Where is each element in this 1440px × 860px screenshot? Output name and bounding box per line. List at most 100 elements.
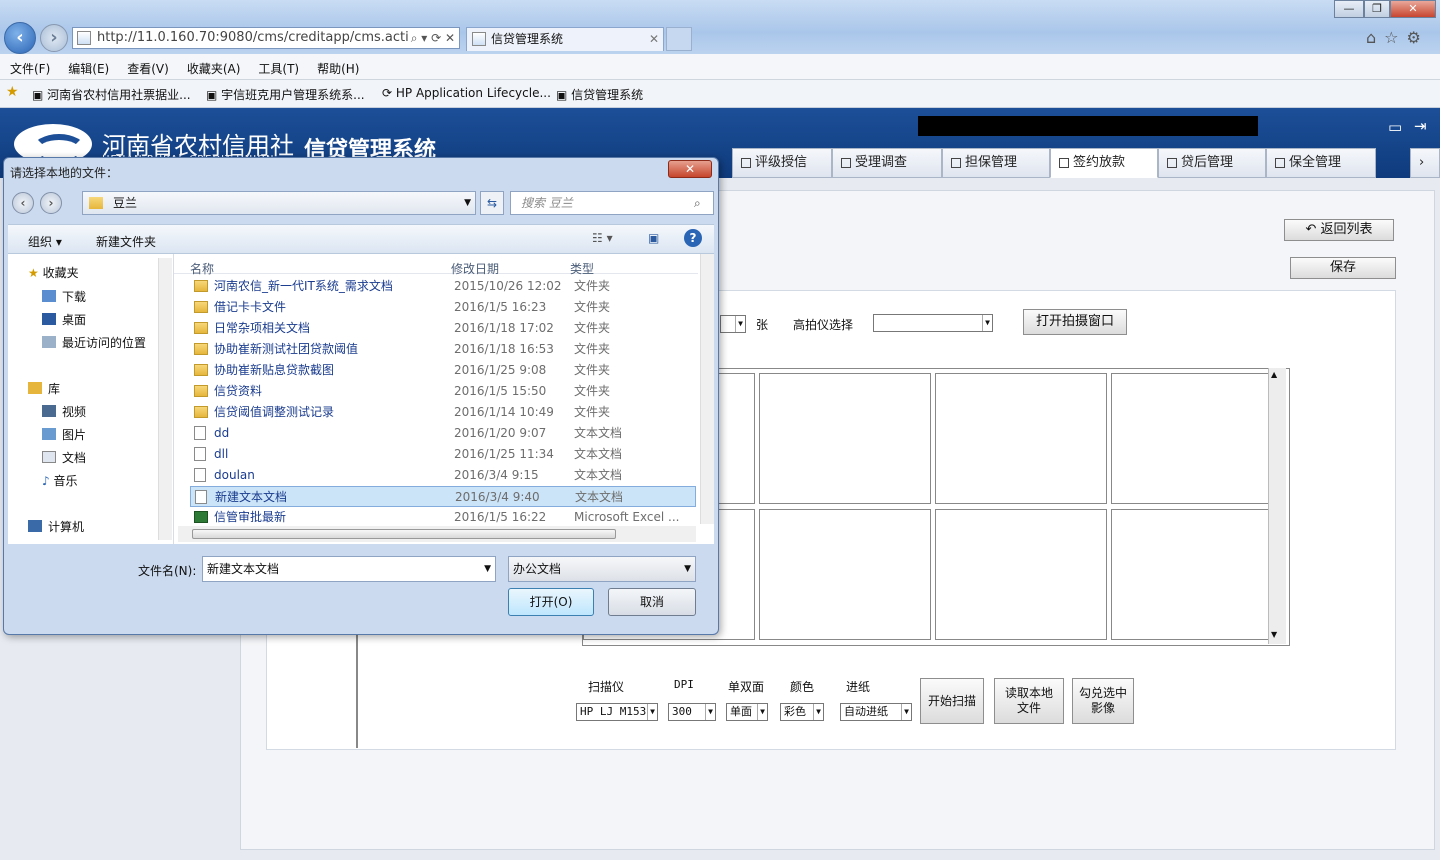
scroll-down-icon[interactable]: ▼ (1271, 630, 1277, 639)
list-hscrollbar[interactable] (178, 526, 696, 542)
open-button[interactable]: 打开(O) (508, 588, 594, 616)
menu-file[interactable]: 文件(F) (0, 54, 58, 77)
nav-videos[interactable]: 视频 (42, 403, 86, 420)
dialog-forward-button[interactable]: › (40, 192, 62, 214)
breadcrumb[interactable]: 豆兰 ▼ (82, 191, 476, 215)
col-type[interactable]: 类型 (570, 260, 594, 277)
back-to-list-button[interactable]: ↶ 返回列表 (1284, 219, 1394, 241)
fav-link-2[interactable]: ▣ 宇信班克用户管理系统系... (206, 86, 365, 103)
file-row[interactable]: 日常杂项相关文档 2016/1/18 17:02 文件夹 (190, 318, 696, 339)
file-row[interactable]: 河南农信_新一代IT系统_需求文档 2015/10/26 12:02 文件夹 (190, 276, 696, 297)
tab-preservation[interactable]: 保全管理 (1266, 148, 1376, 178)
file-row[interactable]: dll 2016/1/25 11:34 文本文档 (190, 444, 696, 465)
nav-pictures[interactable]: 图片 (42, 426, 86, 443)
image-slot[interactable] (759, 373, 931, 504)
fav-link-4[interactable]: ▣ 信贷管理系统 (556, 86, 643, 103)
preview-pane-icon[interactable]: ▣ (648, 231, 659, 245)
new-folder-button[interactable]: 新建文件夹 (96, 233, 156, 250)
dpi-select[interactable]: 300 (668, 703, 716, 721)
camera-select[interactable] (873, 314, 993, 332)
refresh-icon[interactable]: ⇆ (480, 191, 504, 215)
file-row[interactable]: 新建文本文档 2016/3/4 9:40 文本文档 (190, 486, 696, 507)
monitor-icon[interactable]: ▭ (1388, 118, 1402, 136)
filename-input[interactable]: 新建文本文档 ▼ (202, 556, 496, 582)
nav-scrollbar[interactable] (158, 258, 172, 540)
tabs-next-icon[interactable]: › (1410, 148, 1440, 178)
filetype-dropdown-icon[interactable]: ▼ (684, 557, 691, 581)
nav-music[interactable]: ♪ 音乐 (42, 472, 78, 489)
file-row[interactable]: dd 2016/1/20 9:07 文本文档 (190, 423, 696, 444)
minimize-button[interactable]: — (1334, 0, 1364, 18)
grid-scrollbar[interactable]: ▲ ▼ (1268, 368, 1286, 644)
favorites-star-icon[interactable]: ★ (6, 84, 19, 100)
feed-select[interactable]: 自动进纸 (840, 703, 912, 721)
forward-button[interactable]: › (40, 24, 68, 52)
image-slot[interactable] (935, 509, 1107, 640)
hscroll-thumb[interactable] (192, 529, 616, 539)
image-slot[interactable] (1111, 509, 1269, 640)
window-close-button[interactable]: ✕ (1390, 0, 1436, 18)
fav-link-3[interactable]: ⟳ HP Application Lifecycle... (382, 86, 551, 100)
file-row[interactable]: 信管审批最新 2016/1/5 16:22 Microsoft Excel ... (190, 507, 696, 528)
tab-close-icon[interactable]: ✕ (649, 28, 659, 50)
nav-libraries[interactable]: 库 (28, 380, 60, 397)
menu-favorites[interactable]: 收藏夹(A) (177, 54, 249, 77)
logout-icon[interactable]: ⇥ (1414, 117, 1427, 135)
file-row[interactable]: doulan 2016/3/4 9:15 文本文档 (190, 465, 696, 486)
menu-help[interactable]: 帮助(H) (307, 54, 367, 77)
scroll-up-icon[interactable]: ▲ (1271, 370, 1277, 379)
tab-survey[interactable]: 受理调查 (832, 148, 942, 178)
menu-tools[interactable]: 工具(T) (248, 54, 307, 77)
file-row[interactable]: 信贷阈值调整测试记录 2016/1/14 10:49 文件夹 (190, 402, 696, 423)
organize-button[interactable]: 组织 ▾ (28, 233, 62, 250)
new-tab-button[interactable] (666, 27, 692, 51)
maximize-button[interactable]: ❐ (1364, 0, 1390, 18)
count-select[interactable] (720, 315, 746, 333)
filename-dropdown-icon[interactable]: ▼ (484, 557, 491, 581)
menu-view[interactable]: 查看(V) (117, 54, 177, 77)
col-name[interactable]: 名称 (190, 260, 214, 277)
tab-contract[interactable]: 签约放款 (1050, 148, 1158, 178)
file-row[interactable]: 借记卡卡文件 2016/1/5 16:23 文件夹 (190, 297, 696, 318)
image-slot[interactable] (1111, 373, 1269, 504)
back-button[interactable]: ‹ (4, 22, 36, 54)
check-selected-button[interactable]: 勾兑选中影像 (1072, 678, 1134, 724)
help-icon[interactable]: ? (684, 229, 702, 247)
nav-computer[interactable]: 计算机 (28, 518, 84, 535)
tab-postloan[interactable]: 贷后管理 (1158, 148, 1266, 178)
dialog-close-button[interactable]: ✕ (668, 160, 712, 178)
address-bar[interactable]: http://11.0.160.70:9080/cms/creditapp/cm… (72, 27, 460, 49)
image-slot[interactable] (759, 509, 931, 640)
address-actions-icon[interactable]: ⌕ ▾ ⟳ ✕ (407, 28, 455, 48)
scanner-select[interactable]: HP LJ M153 (576, 703, 658, 721)
search-input[interactable]: 搜索 豆兰 (510, 191, 714, 215)
nav-favorites[interactable]: ★ 收藏夹 (28, 264, 79, 281)
filetype-select[interactable]: 办公文档 ▼ (508, 556, 696, 582)
tab-rating[interactable]: 评级授信 (732, 148, 832, 178)
dialog-back-button[interactable]: ‹ (12, 192, 34, 214)
cancel-button[interactable]: 取消 (608, 588, 696, 616)
col-date[interactable]: 修改日期 (451, 260, 499, 277)
nav-downloads[interactable]: 下载 (42, 288, 86, 305)
browser-tab[interactable]: 信贷管理系统 ✕ (466, 27, 664, 51)
image-slot[interactable] (935, 373, 1107, 504)
view-options-icon[interactable]: ☷ ▾ (592, 231, 613, 245)
open-camera-button[interactable]: 打开拍摄窗口 (1023, 309, 1127, 335)
duplex-select[interactable]: 单面 (726, 703, 768, 721)
file-row[interactable]: 信贷资料 2016/1/5 15:50 文件夹 (190, 381, 696, 402)
menu-edit[interactable]: 编辑(E) (58, 54, 117, 77)
home-star-gear-icon[interactable]: ⌂☆⚙ (1366, 28, 1429, 47)
color-select[interactable]: 彩色 (780, 703, 824, 721)
save-button[interactable]: 保存 (1290, 257, 1396, 279)
nav-documents[interactable]: 文档 (42, 449, 86, 466)
tab-guarantee[interactable]: 担保管理 (942, 148, 1050, 178)
search-icon[interactable]: ⌕ (694, 196, 701, 211)
file-row[interactable]: 协助崔新测试社团贷款阈值 2016/1/18 16:53 文件夹 (190, 339, 696, 360)
breadcrumb-folder[interactable]: 豆兰 (113, 196, 137, 210)
file-row[interactable]: 协助崔新贴息贷款截图 2016/1/25 9:08 文件夹 (190, 360, 696, 381)
start-scan-button[interactable]: 开始扫描 (920, 678, 984, 724)
breadcrumb-dropdown-icon[interactable]: ▼ (464, 192, 471, 214)
fav-link-1[interactable]: ▣ 河南省农村信用社票据业... (32, 86, 191, 103)
read-local-file-button[interactable]: 读取本地文件 (994, 678, 1064, 724)
nav-desktop[interactable]: 桌面 (42, 311, 86, 328)
